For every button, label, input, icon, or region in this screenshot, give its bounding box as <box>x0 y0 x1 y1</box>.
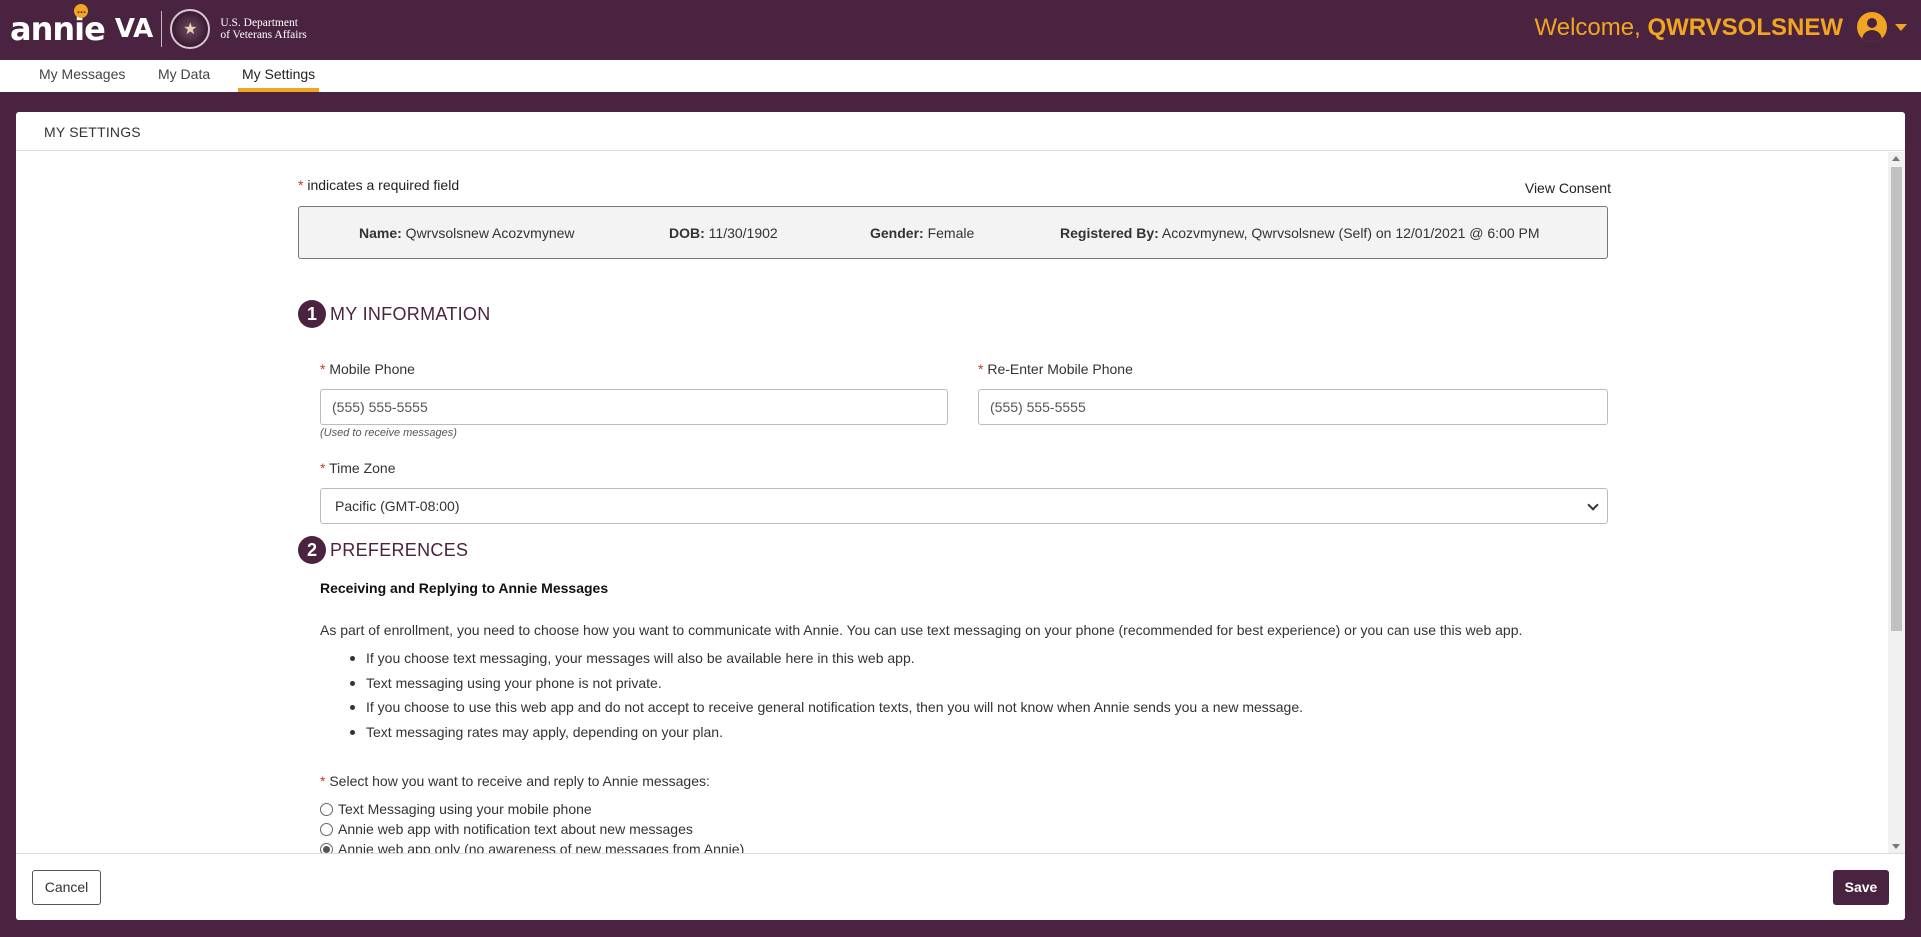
preferences-subheading: Receiving and Replying to Annie Messages <box>320 580 609 596</box>
save-button[interactable]: Save <box>1833 870 1889 905</box>
info-dob: DOB: 11/30/1902 <box>669 225 778 241</box>
radio-option-web-app-with-notification[interactable]: Annie web app with notification text abo… <box>320 821 693 837</box>
main-nav: My Messages My Data My Settings <box>0 60 1921 92</box>
radio-button[interactable] <box>320 822 333 836</box>
app-header: annie… VA ★ U.S. Department of Veterans … <box>0 0 1921 60</box>
section-preferences: 2 PREFERENCES <box>298 536 468 564</box>
logo-speech-icon: … <box>74 4 88 18</box>
mobile-phone-input[interactable]: (555) 555-5555 <box>320 389 948 425</box>
list-item: Text messaging using your phone is not p… <box>349 673 1303 698</box>
list-item: If you choose text messaging, your messa… <box>349 648 1303 673</box>
section-number: 2 <box>298 536 326 564</box>
info-registered-by: Registered By: Acozvmynew, Qwrvsolsnew (… <box>1060 225 1540 241</box>
message-method-prompt: * Select how you want to receive and rep… <box>320 773 710 789</box>
section-title: PREFERENCES <box>330 539 469 560</box>
dept-name: U.S. Department of Veterans Affairs <box>220 17 307 41</box>
radio-button-selected[interactable] <box>320 842 333 853</box>
reenter-phone-input[interactable]: (555) 555-5555 <box>978 389 1608 425</box>
chevron-down-icon[interactable] <box>1895 24 1907 31</box>
info-name: Name: Qwrvsolsnew Acozvmynew <box>359 225 575 241</box>
tab-my-data[interactable]: My Data <box>154 60 214 92</box>
annie-va-logo[interactable]: annie… VA ★ U.S. Department of Veterans … <box>10 4 307 52</box>
time-zone-label: * Time Zone <box>320 460 396 476</box>
tab-my-settings[interactable]: My Settings <box>238 60 320 92</box>
radio-option-web-app-only[interactable]: Annie web app only (no awareness of new … <box>320 841 744 853</box>
patient-info-box: Name: Qwrvsolsnew Acozvmynew DOB: 11/30/… <box>298 206 1608 259</box>
chevron-down-icon <box>1587 499 1599 511</box>
reenter-phone-label: * Re-Enter Mobile Phone <box>978 361 1133 377</box>
section-number: 1 <box>298 300 326 328</box>
scrollbar-thumb[interactable] <box>1891 167 1902 631</box>
cancel-button[interactable]: Cancel <box>32 870 101 905</box>
radio-button[interactable] <box>320 802 333 816</box>
required-field-note: * indicates a required field <box>298 177 460 193</box>
radio-option-text-messaging[interactable]: Text Messaging using your mobile phone <box>320 801 592 817</box>
scroll-up-arrow-icon[interactable] <box>1892 156 1900 161</box>
tab-my-messages[interactable]: My Messages <box>35 60 129 92</box>
list-item: If you choose to use this web app and do… <box>349 697 1303 722</box>
section-title: MY INFORMATION <box>330 303 491 324</box>
settings-scroll-area[interactable]: * indicates a required field View Consen… <box>16 152 1888 853</box>
mobile-phone-label: * Mobile Phone <box>320 361 415 377</box>
mobile-phone-hint: (Used to receive messages) <box>320 427 457 439</box>
panel-footer: Cancel Save <box>16 853 1905 920</box>
scroll-down-arrow-icon[interactable] <box>1892 844 1900 849</box>
welcome-message: Welcome, QWRVSOLSNEW <box>1534 14 1843 41</box>
username: QWRVSOLSNEW <box>1647 14 1843 41</box>
view-consent-link[interactable]: View Consent <box>1525 180 1611 196</box>
panel-title: MY SETTINGS <box>16 112 1905 151</box>
user-circle-icon[interactable] <box>1857 12 1887 42</box>
logo-divider <box>161 11 163 47</box>
info-gender: Gender: Female <box>870 225 975 241</box>
va-logo-text: VA <box>114 14 154 44</box>
va-seal-icon: ★ <box>170 9 211 49</box>
preferences-intro: As part of enrollment, you need to choos… <box>320 622 1523 638</box>
section-my-information: 1 MY INFORMATION <box>298 300 491 328</box>
time-zone-select[interactable]: Pacific (GMT-08:00) <box>320 488 1608 524</box>
preferences-bullet-list: If you choose text messaging, your messa… <box>349 648 1303 747</box>
annie-logo-text: annie… <box>10 4 106 48</box>
list-item: Text messaging rates may apply, dependin… <box>349 722 1303 747</box>
settings-panel: MY SETTINGS * indicates a required field… <box>16 112 1905 920</box>
vertical-scrollbar[interactable] <box>1888 152 1905 853</box>
